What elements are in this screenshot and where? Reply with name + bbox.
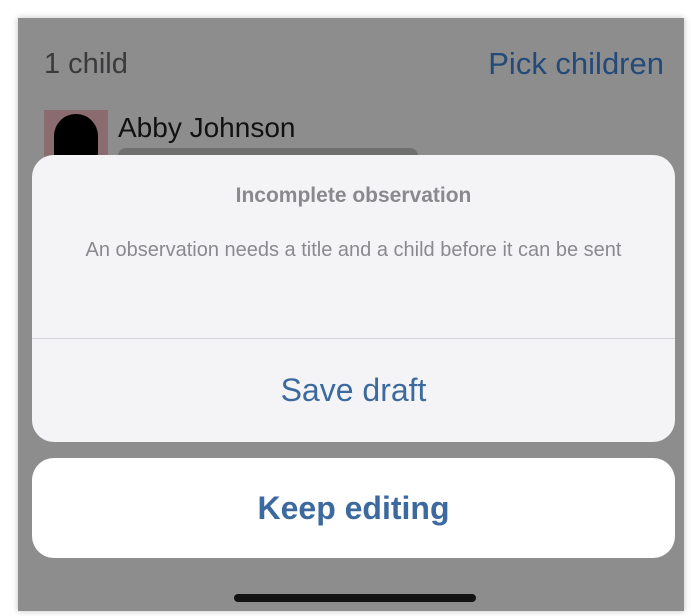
alert-message: An observation needs a title and a child… bbox=[85, 239, 622, 261]
child-count-label: 1 child bbox=[44, 48, 128, 80]
save-draft-button[interactable]: Save draft bbox=[32, 339, 675, 442]
child-name: Abby Johnson bbox=[118, 112, 296, 143]
children-header: 1 child Pick children bbox=[18, 18, 684, 113]
keep-editing-button[interactable]: Keep editing bbox=[32, 458, 675, 558]
pick-children-link[interactable]: Pick children bbox=[488, 46, 664, 82]
screen: 1 child Pick children Abby Johnson Incom… bbox=[18, 18, 684, 611]
home-indicator[interactable] bbox=[234, 594, 476, 602]
alert-title: Incomplete observation bbox=[235, 184, 472, 207]
alert-sheet: Incomplete observation An observation ne… bbox=[32, 155, 675, 442]
